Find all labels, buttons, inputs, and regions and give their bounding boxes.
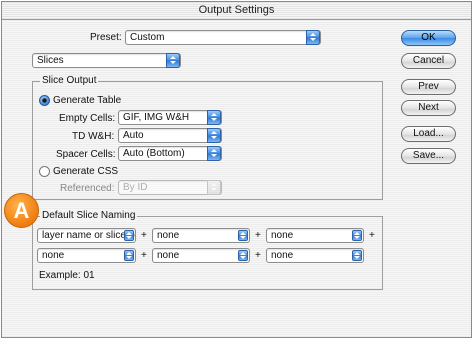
save-button[interactable]: Save...: [401, 148, 456, 164]
naming-select-5[interactable]: none: [152, 248, 250, 263]
generate-table-label: Generate Table: [53, 95, 122, 106]
generate-css-label: Generate CSS: [53, 166, 119, 177]
spacer-cells-label: Spacer Cells:: [56, 149, 116, 160]
naming-example: Example: 01: [39, 270, 95, 281]
chevron-updown-icon: [207, 146, 221, 161]
chevron-down-icon: [238, 250, 248, 261]
plus-separator: +: [369, 230, 375, 241]
spacer-cells-value: Auto (Bottom): [123, 148, 185, 159]
cancel-button[interactable]: Cancel: [401, 53, 456, 69]
slice-output-group-label: Slice Output: [40, 75, 99, 86]
naming-select-1[interactable]: layer name or slice no.: [37, 228, 136, 243]
chevron-updown-icon: [207, 128, 221, 143]
section-select[interactable]: Slices: [32, 53, 181, 68]
spacer-cells-select[interactable]: Auto (Bottom): [118, 146, 222, 161]
naming-select-3-value: none: [271, 230, 294, 241]
referenced-value: By ID: [123, 182, 148, 193]
title-bar: Output Settings: [2, 2, 471, 20]
next-button[interactable]: Next: [401, 100, 456, 116]
naming-select-2[interactable]: none: [152, 228, 250, 243]
chevron-down-icon: [124, 230, 134, 241]
naming-select-5-value: none: [157, 250, 180, 261]
empty-cells-label: Empty Cells:: [59, 113, 116, 124]
ok-button[interactable]: OK: [401, 30, 456, 46]
naming-select-1-value: layer name or slice no.: [42, 230, 136, 241]
generate-table-radio[interactable]: [39, 95, 50, 106]
preset-select[interactable]: Custom: [125, 30, 321, 45]
chevron-updown-icon: [166, 53, 180, 68]
td-wh-label: TD W&H:: [72, 131, 115, 142]
referenced-select[interactable]: By ID: [118, 180, 222, 195]
empty-cells-value: GIF, IMG W&H: [123, 112, 190, 123]
td-wh-select[interactable]: Auto: [118, 128, 222, 143]
plus-separator: +: [255, 250, 261, 261]
preset-value: Custom: [130, 32, 165, 43]
output-settings-dialog: Output Settings Preset: Custom Slices Sl…: [1, 1, 472, 338]
naming-select-2-value: none: [157, 230, 180, 241]
generate-css-radio[interactable]: [39, 166, 50, 177]
chevron-updown-icon: [207, 180, 221, 195]
window-title: Output Settings: [198, 4, 275, 16]
callout-badge: A: [4, 193, 39, 228]
plus-separator: +: [141, 250, 147, 261]
naming-select-6[interactable]: none: [266, 248, 364, 263]
section-select-value: Slices: [37, 55, 64, 66]
chevron-down-icon: [352, 230, 362, 241]
naming-select-6-value: none: [271, 250, 294, 261]
chevron-down-icon: [238, 230, 248, 241]
preset-label: Preset:: [90, 32, 122, 43]
chevron-down-icon: [124, 250, 134, 261]
naming-select-4-value: none: [42, 250, 65, 261]
load-button[interactable]: Load...: [401, 126, 456, 142]
chevron-updown-icon: [306, 30, 320, 45]
chevron-down-icon: [352, 250, 362, 261]
referenced-label: Referenced:: [60, 183, 115, 194]
empty-cells-select[interactable]: GIF, IMG W&H: [118, 110, 222, 125]
slice-naming-group-label: Default Slice Naming: [40, 210, 138, 221]
td-wh-value: Auto: [123, 130, 144, 141]
plus-separator: +: [255, 230, 261, 241]
plus-separator: +: [141, 230, 147, 241]
chevron-updown-icon: [207, 110, 221, 125]
prev-button[interactable]: Prev: [401, 79, 456, 95]
naming-select-3[interactable]: none: [266, 228, 364, 243]
naming-select-4[interactable]: none: [37, 248, 136, 263]
